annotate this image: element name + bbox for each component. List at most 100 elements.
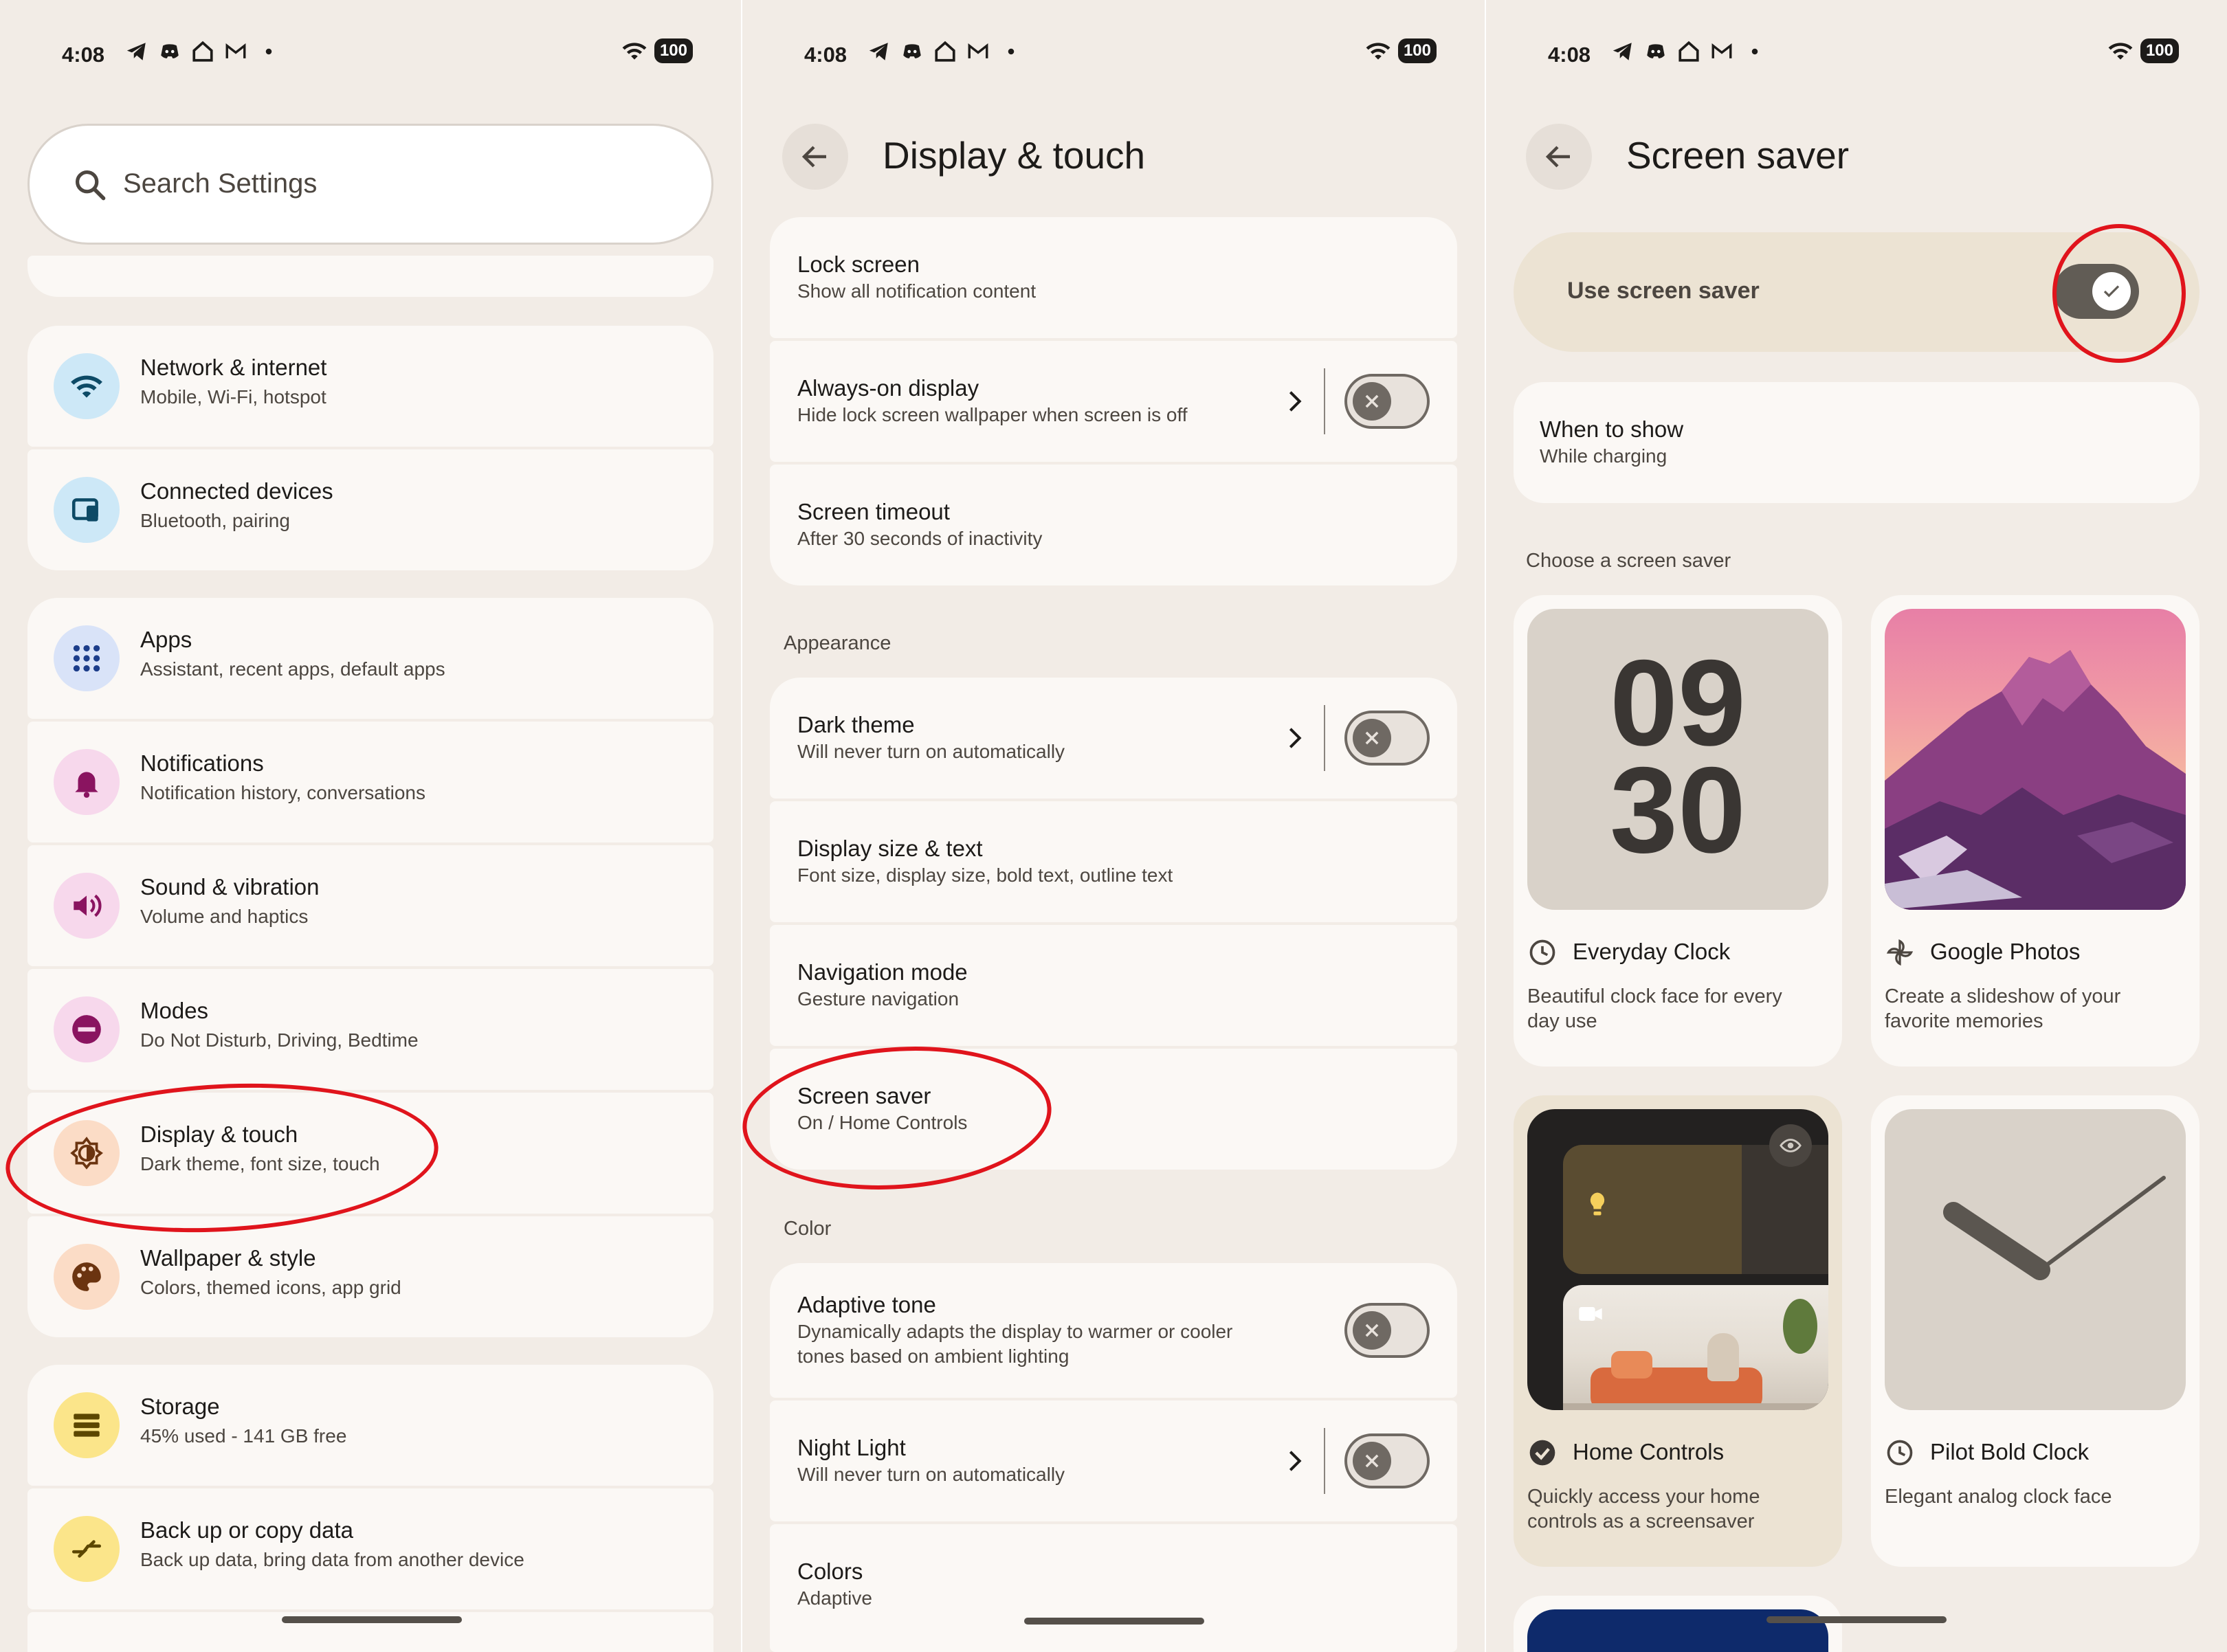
row-display-size[interactable]: Display size & text Font size, display s… — [770, 801, 1457, 922]
item-subtitle: Mobile, Wi-Fi, hotspot — [140, 386, 326, 408]
close-icon — [1365, 394, 1379, 408]
row-title: Dark theme — [797, 712, 915, 737]
mountain-photo-preview — [1885, 609, 2186, 910]
gesture-bar[interactable] — [282, 1616, 462, 1623]
list-item[interactable]: Apps Assistant, recent apps, default app… — [27, 598, 713, 719]
list-item[interactable]: Sound & vibration Volume and haptics — [27, 845, 713, 966]
row-title: Colors — [797, 1559, 863, 1584]
row-title: When to show — [1540, 416, 1684, 442]
option-everyday-clock[interactable]: 09 30 Everyday Clock Beautiful clock fac… — [1514, 595, 1842, 1067]
when-to-show-row[interactable]: When to show While charging — [1514, 382, 2200, 503]
wifi-status-icon — [1366, 43, 1391, 60]
search-bar[interactable]: Search Settings — [27, 124, 713, 245]
row-navigation-mode[interactable]: Navigation mode Gesture navigation — [770, 925, 1457, 1046]
clock-icon — [1887, 1440, 1913, 1466]
option-desc: Quickly access your home — [1527, 1486, 1760, 1508]
bulb-icon — [1590, 1192, 1605, 1216]
row-colors[interactable]: Colors Adaptive — [770, 1524, 1457, 1652]
status-bar: 4:08 100 — [1486, 33, 2227, 77]
row-subtitle: After 30 seconds of inactivity — [797, 528, 1043, 549]
section-appearance: Appearance — [784, 632, 891, 654]
list-item[interactable]: Back up or copy data Back up data, bring… — [27, 1488, 713, 1609]
row-title: Screen timeout — [797, 499, 950, 524]
wifi-status-icon — [622, 43, 647, 60]
battery-indicator: 100 — [2140, 38, 2179, 63]
close-icon — [1365, 1454, 1379, 1468]
row-screen-timeout[interactable]: Screen timeout After 30 seconds of inact… — [770, 465, 1457, 585]
item-title: Modes — [140, 998, 209, 1023]
row-adaptive-tone[interactable]: Adaptive tone Dynamically adapts the dis… — [770, 1263, 1457, 1398]
list-item[interactable]: Storage 45% used - 141 GB free — [27, 1365, 713, 1486]
section-color: Color — [784, 1218, 832, 1240]
check-circle-icon — [1529, 1440, 1555, 1466]
night-light-toggle[interactable] — [1344, 1433, 1430, 1488]
dark-theme-toggle[interactable] — [1344, 711, 1430, 766]
bell-icon — [54, 749, 120, 815]
pinwheel-icon — [1886, 939, 1914, 966]
list-item[interactable]: Network & internet Mobile, Wi-Fi, hotspo… — [27, 326, 713, 447]
speaker-icon — [54, 873, 120, 939]
palette-icon — [54, 1244, 120, 1310]
option-google-photos[interactable]: Google Photos Create a slideshow of your… — [1871, 595, 2200, 1067]
option-title: Home Controls — [1573, 1439, 1725, 1464]
row-subtitle: While charging — [1540, 445, 1668, 467]
home-icon — [935, 41, 955, 62]
adaptive-tone-toggle[interactable] — [1344, 1303, 1430, 1358]
back-button[interactable] — [782, 124, 848, 190]
row-night-light[interactable]: Night Light Will never turn on automatic… — [770, 1400, 1457, 1521]
display-touch-screen: 4:08 100 Display & touch Lock screen Sho… — [742, 0, 1485, 1652]
discord-icon — [903, 44, 921, 58]
option-home-controls[interactable]: Home Controls Quickly access your home c… — [1514, 1095, 1842, 1567]
option-partial[interactable] — [1514, 1596, 1842, 1652]
row-title: Navigation mode — [797, 959, 968, 985]
chevron-right-icon — [1289, 391, 1302, 412]
close-icon — [1365, 731, 1379, 745]
row-lock-screen[interactable]: Lock screen Show all notification conten… — [770, 217, 1457, 338]
dot-icon — [1008, 48, 1015, 55]
item-title: Notifications — [140, 750, 264, 776]
row-subtitle: Font size, display size, bold text, outl… — [797, 864, 1173, 886]
row-title: Display size & text — [797, 836, 983, 861]
row-subtitle: Gesture navigation — [797, 988, 960, 1009]
page-title: Screen saver — [1626, 134, 1850, 177]
item-title: Sound & vibration — [140, 874, 320, 900]
dot-icon — [1751, 48, 1758, 55]
item-subtitle: Back up data, bring data from another de… — [140, 1549, 524, 1570]
row-title: Always-on display — [797, 375, 979, 401]
wifi-icon — [54, 353, 120, 419]
home-icon — [1678, 41, 1699, 62]
settings-screen: 4:08 100 Search Settings Network & inter… — [0, 0, 741, 1652]
mountain-illustration — [1885, 650, 2186, 910]
search-icon — [75, 170, 106, 201]
chevron-right-icon — [1289, 1451, 1302, 1471]
back-button[interactable] — [1526, 124, 1592, 190]
row-title: Lock screen — [797, 252, 920, 277]
option-title: Everyday Clock — [1573, 939, 1731, 964]
list-item[interactable]: Notifications Notification history, conv… — [27, 722, 713, 842]
option-pilot-bold-clock[interactable]: Pilot Bold Clock Elegant analog clock fa… — [1871, 1095, 2200, 1567]
highlight-circle — [2052, 224, 2186, 363]
analog-clock-hands — [1943, 1176, 2166, 1280]
item-subtitle: Do Not Disturb, Driving, Bedtime — [140, 1029, 419, 1051]
status-time: 4:08 — [62, 43, 105, 67]
option-desc: Beautiful clock face for every — [1527, 985, 1782, 1007]
wifi-status-icon — [2108, 43, 2133, 60]
row-always-on-display[interactable]: Always-on display Hide lock screen wallp… — [770, 341, 1457, 462]
gesture-bar[interactable] — [1766, 1616, 1947, 1623]
dot-icon — [265, 48, 272, 55]
list-item[interactable]: Modes Do Not Disturb, Driving, Bedtime — [27, 969, 713, 1090]
item-subtitle: Volume and haptics — [140, 906, 309, 927]
partial-card-top — [27, 256, 713, 297]
list-item[interactable]: Wallpaper & style Colors, themed icons, … — [27, 1216, 713, 1337]
gmail-icon — [225, 43, 246, 58]
row-subtitle-2: tones based on ambient lighting — [797, 1346, 1070, 1367]
discord-icon — [161, 44, 179, 58]
list-item[interactable]: Connected devices Bluetooth, pairing — [27, 449, 713, 570]
row-dark-theme[interactable]: Dark theme Will never turn on automatica… — [770, 678, 1457, 799]
item-title: Storage — [140, 1394, 220, 1419]
gesture-bar[interactable] — [1024, 1618, 1204, 1625]
always-on-toggle[interactable] — [1344, 374, 1430, 429]
backup-icon — [54, 1516, 120, 1582]
status-bar: 4:08 100 — [0, 33, 741, 77]
analog-clock-preview — [1885, 1109, 2186, 1410]
